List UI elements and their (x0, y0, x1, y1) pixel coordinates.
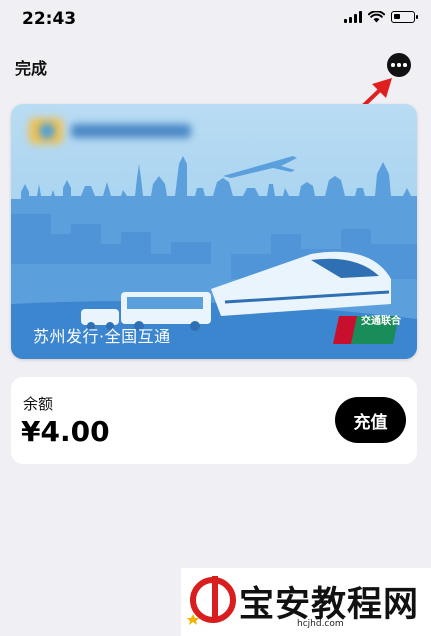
battery-icon (391, 11, 418, 23)
card-slogan: 苏州发行·全国互通 (33, 327, 171, 346)
status-icons (344, 11, 418, 23)
more-dot-icon (403, 63, 407, 67)
status-bar: 22:43 (0, 0, 431, 40)
balance-panel: 余额 ¥4.00 充值 (11, 377, 417, 464)
done-button[interactable]: 完成 (15, 55, 47, 79)
balance-amount: ¥4.00 (21, 415, 110, 448)
balance-label: 余额 (23, 395, 54, 413)
more-dot-icon (397, 63, 401, 67)
status-time: 22:43 (22, 9, 77, 29)
watermark-logo-icon (187, 576, 236, 625)
watermark-url: hcjhd.com (297, 619, 344, 629)
watermark: 宝安教程网 hcjhd.com (181, 568, 431, 636)
cellular-signal-icon (344, 11, 362, 23)
more-dot-icon (391, 63, 395, 67)
wifi-icon (368, 11, 385, 23)
card-issuer-logo (29, 118, 191, 144)
transit-card[interactable]: 苏州发行·全国互通 交通联合 (11, 104, 417, 359)
transit-union-logo: 交通联合 (333, 312, 401, 348)
recharge-button[interactable]: 充值 (335, 397, 406, 443)
transit-union-text: 交通联合 (361, 316, 401, 327)
